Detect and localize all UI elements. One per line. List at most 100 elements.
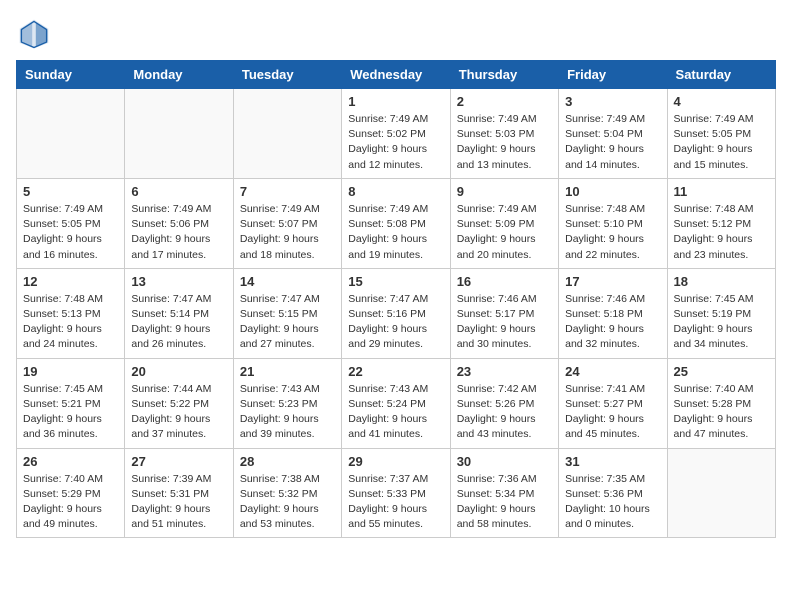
weekday-header-saturday: Saturday — [667, 61, 775, 89]
calendar-cell-4-4: 22 Sunrise: 7:43 AM Sunset: 5:24 PM Dayli… — [342, 358, 450, 448]
day-number: 13 — [131, 274, 226, 289]
week-row-3: 12Sunrise: 7:48 AM Sunset: 5:13 PM Dayli… — [17, 268, 776, 358]
day-number: 9 — [457, 184, 552, 199]
calendar-cell-2-7: 11 Sunrise: 7:48 AM Sunset: 5:12 PM Dayli… — [667, 178, 775, 268]
day-number: 28 — [240, 454, 335, 469]
calendar-cell-5-1: 26 Sunrise: 7:40 AM Sunset: 5:29 PM Dayli… — [17, 448, 125, 538]
day-info: Sunrise: 7:49 AM Sunset: 5:02 PM Dayligh… — [348, 112, 443, 173]
calendar-cell-3-7: 18Sunrise: 7:45 AM Sunset: 5:19 PM Dayli… — [667, 268, 775, 358]
day-number: 19 — [23, 364, 118, 379]
day-number: 26 — [23, 454, 118, 469]
day-info: Sunrise: 7:49 AM Sunset: 5:07 PM Dayligh… — [240, 202, 335, 263]
logo — [16, 16, 58, 52]
day-info: Sunrise: 7:49 AM Sunset: 5:09 PM Dayligh… — [457, 202, 552, 263]
day-number: 14 — [240, 274, 335, 289]
day-number: 11 — [674, 184, 769, 199]
day-number: 3 — [565, 94, 660, 109]
day-number: 25 — [674, 364, 769, 379]
day-number: 1 — [348, 94, 443, 109]
day-number: 23 — [457, 364, 552, 379]
calendar-cell-5-2: 27Sunrise: 7:39 AM Sunset: 5:31 PM Dayli… — [125, 448, 233, 538]
day-info: Sunrise: 7:40 AM Sunset: 5:28 PM Dayligh… — [674, 382, 769, 443]
calendar-cell-1-6: 3 Sunrise: 7:49 AM Sunset: 5:04 PM Daylig… — [559, 89, 667, 179]
week-row-2: 5 Sunrise: 7:49 AM Sunset: 5:05 PM Daylig… — [17, 178, 776, 268]
day-info: Sunrise: 7:39 AM Sunset: 5:31 PM Dayligh… — [131, 472, 226, 533]
calendar-cell-3-1: 12Sunrise: 7:48 AM Sunset: 5:13 PM Dayli… — [17, 268, 125, 358]
day-number: 4 — [674, 94, 769, 109]
calendar-cell-1-2 — [125, 89, 233, 179]
day-info: Sunrise: 7:49 AM Sunset: 5:03 PM Dayligh… — [457, 112, 552, 173]
day-number: 20 — [131, 364, 226, 379]
day-info: Sunrise: 7:48 AM Sunset: 5:13 PM Dayligh… — [23, 292, 118, 353]
calendar-cell-1-3 — [233, 89, 341, 179]
calendar-cell-4-6: 24 Sunrise: 7:41 AM Sunset: 5:27 PM Dayli… — [559, 358, 667, 448]
day-info: Sunrise: 7:37 AM Sunset: 5:33 PM Dayligh… — [348, 472, 443, 533]
day-number: 5 — [23, 184, 118, 199]
day-number: 15 — [348, 274, 443, 289]
calendar-cell-5-3: 28 Sunrise: 7:38 AM Sunset: 5:32 PM Dayli… — [233, 448, 341, 538]
calendar-cell-4-1: 19Sunrise: 7:45 AM Sunset: 5:21 PM Dayli… — [17, 358, 125, 448]
day-number: 10 — [565, 184, 660, 199]
week-row-4: 19Sunrise: 7:45 AM Sunset: 5:21 PM Dayli… — [17, 358, 776, 448]
day-number: 24 — [565, 364, 660, 379]
day-number: 8 — [348, 184, 443, 199]
calendar-cell-4-5: 23 Sunrise: 7:42 AM Sunset: 5:26 PM Dayli… — [450, 358, 558, 448]
calendar-cell-3-4: 15 Sunrise: 7:47 AM Sunset: 5:16 PM Dayli… — [342, 268, 450, 358]
calendar-cell-1-7: 4 Sunrise: 7:49 AM Sunset: 5:05 PM Daylig… — [667, 89, 775, 179]
day-info: Sunrise: 7:44 AM Sunset: 5:22 PM Dayligh… — [131, 382, 226, 443]
day-info: Sunrise: 7:46 AM Sunset: 5:17 PM Dayligh… — [457, 292, 552, 353]
calendar-cell-5-6: 31 Sunrise: 7:35 AM Sunset: 5:36 PM Dayli… — [559, 448, 667, 538]
calendar-cell-1-1 — [17, 89, 125, 179]
calendar-cell-3-5: 16Sunrise: 7:46 AM Sunset: 5:17 PM Dayli… — [450, 268, 558, 358]
calendar: SundayMondayTuesdayWednesdayThursdayFrid… — [16, 60, 776, 538]
calendar-cell-5-7 — [667, 448, 775, 538]
weekday-header-sunday: Sunday — [17, 61, 125, 89]
weekday-header-thursday: Thursday — [450, 61, 558, 89]
calendar-cell-3-2: 13 Sunrise: 7:47 AM Sunset: 5:14 PM Dayli… — [125, 268, 233, 358]
calendar-cell-4-2: 20 Sunrise: 7:44 AM Sunset: 5:22 PM Dayli… — [125, 358, 233, 448]
day-info: Sunrise: 7:47 AM Sunset: 5:14 PM Dayligh… — [131, 292, 226, 353]
day-info: Sunrise: 7:49 AM Sunset: 5:05 PM Dayligh… — [674, 112, 769, 173]
day-info: Sunrise: 7:41 AM Sunset: 5:27 PM Dayligh… — [565, 382, 660, 443]
calendar-cell-2-2: 6Sunrise: 7:49 AM Sunset: 5:06 PM Daylig… — [125, 178, 233, 268]
calendar-cell-5-5: 30 Sunrise: 7:36 AM Sunset: 5:34 PM Dayli… — [450, 448, 558, 538]
day-number: 7 — [240, 184, 335, 199]
day-info: Sunrise: 7:48 AM Sunset: 5:10 PM Dayligh… — [565, 202, 660, 263]
day-info: Sunrise: 7:47 AM Sunset: 5:15 PM Dayligh… — [240, 292, 335, 353]
day-info: Sunrise: 7:48 AM Sunset: 5:12 PM Dayligh… — [674, 202, 769, 263]
day-info: Sunrise: 7:46 AM Sunset: 5:18 PM Dayligh… — [565, 292, 660, 353]
calendar-cell-1-5: 2Sunrise: 7:49 AM Sunset: 5:03 PM Daylig… — [450, 89, 558, 179]
calendar-cell-3-3: 14 Sunrise: 7:47 AM Sunset: 5:15 PM Dayli… — [233, 268, 341, 358]
day-info: Sunrise: 7:35 AM Sunset: 5:36 PM Dayligh… — [565, 472, 660, 533]
day-number: 31 — [565, 454, 660, 469]
calendar-cell-2-6: 10 Sunrise: 7:48 AM Sunset: 5:10 PM Dayli… — [559, 178, 667, 268]
weekday-header-tuesday: Tuesday — [233, 61, 341, 89]
week-row-5: 26 Sunrise: 7:40 AM Sunset: 5:29 PM Dayli… — [17, 448, 776, 538]
day-info: Sunrise: 7:47 AM Sunset: 5:16 PM Dayligh… — [348, 292, 443, 353]
day-info: Sunrise: 7:49 AM Sunset: 5:08 PM Dayligh… — [348, 202, 443, 263]
calendar-cell-2-1: 5 Sunrise: 7:49 AM Sunset: 5:05 PM Daylig… — [17, 178, 125, 268]
day-number: 21 — [240, 364, 335, 379]
weekday-header-monday: Monday — [125, 61, 233, 89]
day-info: Sunrise: 7:49 AM Sunset: 5:05 PM Dayligh… — [23, 202, 118, 263]
day-number: 17 — [565, 274, 660, 289]
day-info: Sunrise: 7:43 AM Sunset: 5:23 PM Dayligh… — [240, 382, 335, 443]
day-number: 6 — [131, 184, 226, 199]
calendar-cell-5-4: 29Sunrise: 7:37 AM Sunset: 5:33 PM Dayli… — [342, 448, 450, 538]
day-number: 22 — [348, 364, 443, 379]
day-info: Sunrise: 7:38 AM Sunset: 5:32 PM Dayligh… — [240, 472, 335, 533]
calendar-cell-2-4: 8 Sunrise: 7:49 AM Sunset: 5:08 PM Daylig… — [342, 178, 450, 268]
day-info: Sunrise: 7:43 AM Sunset: 5:24 PM Dayligh… — [348, 382, 443, 443]
day-info: Sunrise: 7:36 AM Sunset: 5:34 PM Dayligh… — [457, 472, 552, 533]
day-number: 18 — [674, 274, 769, 289]
logo-icon — [16, 16, 52, 52]
calendar-cell-4-3: 21 Sunrise: 7:43 AM Sunset: 5:23 PM Dayli… — [233, 358, 341, 448]
calendar-cell-2-3: 7 Sunrise: 7:49 AM Sunset: 5:07 PM Daylig… — [233, 178, 341, 268]
day-info: Sunrise: 7:49 AM Sunset: 5:04 PM Dayligh… — [565, 112, 660, 173]
day-info: Sunrise: 7:42 AM Sunset: 5:26 PM Dayligh… — [457, 382, 552, 443]
day-number: 30 — [457, 454, 552, 469]
week-row-1: 1 Sunrise: 7:49 AM Sunset: 5:02 PM Daylig… — [17, 89, 776, 179]
day-info: Sunrise: 7:40 AM Sunset: 5:29 PM Dayligh… — [23, 472, 118, 533]
weekday-header-friday: Friday — [559, 61, 667, 89]
weekday-header-row: SundayMondayTuesdayWednesdayThursdayFrid… — [17, 61, 776, 89]
